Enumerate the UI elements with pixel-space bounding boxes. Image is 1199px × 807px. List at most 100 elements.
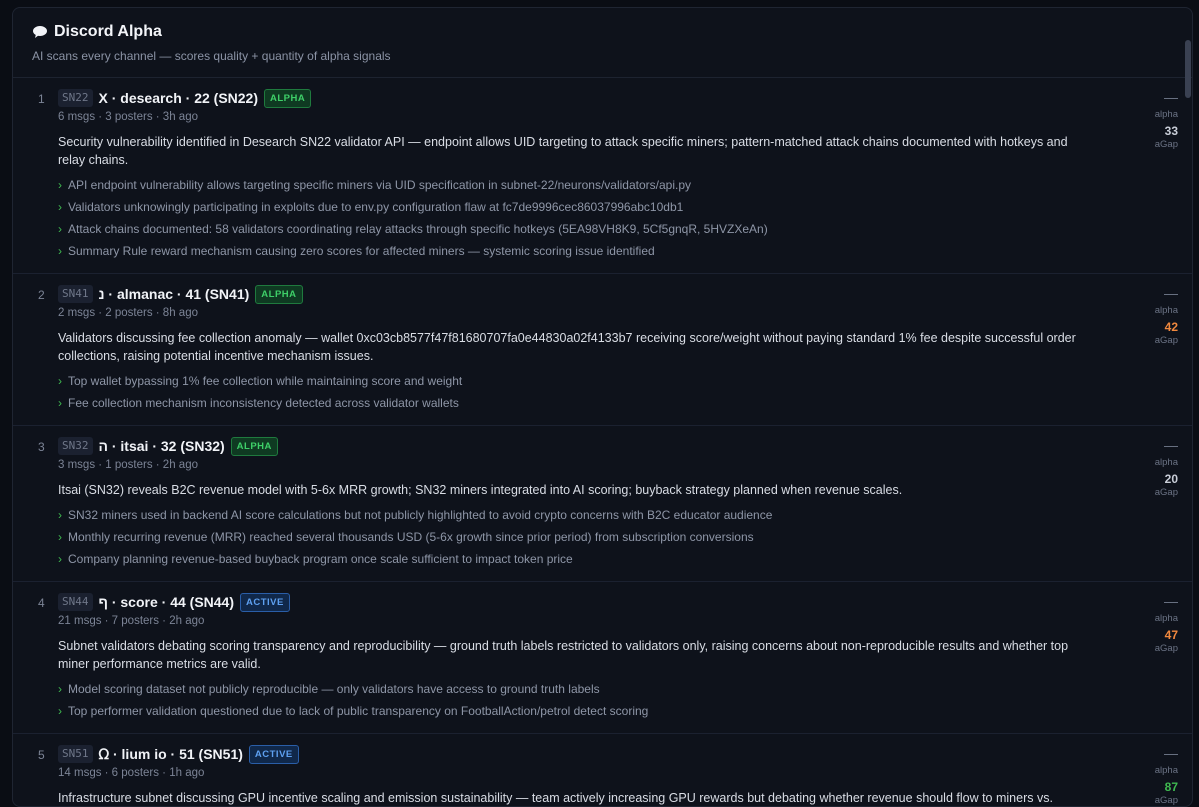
row-summary: Infrastructure subnet discussing GPU inc… [58,791,1053,805]
row-meta: 14 msgs · 6 posters · 1h ago [58,767,205,779]
subnet-tag: SN32 [58,437,93,455]
panel-subtitle: AI scans every channel — scores quality … [32,49,391,63]
score-dash: — [1164,285,1178,301]
rank-number: 5 [38,748,45,762]
score-dash: — [1164,89,1178,105]
signal-bullet: › Monthly recurring revenue (MRR) reache… [58,526,1092,548]
score-label: alpha [1154,765,1178,776]
signal-bullet-text: Company planning revenue-based buyback p… [68,552,573,566]
signal-bullet: › Fee collection mechanism inconsistency… [58,392,1092,414]
signal-bullet: › Summary Rule reward mechanism causing … [58,240,1092,262]
signal-list: › Model scoring dataset not publicly rep… [58,678,1092,722]
scrollbar[interactable] [1185,40,1191,98]
chevron-right-icon: › [58,222,62,236]
rank-number: 3 [38,440,45,454]
score-dash: — [1164,437,1178,453]
panel-header: Discord Alpha AI scans every channel — s… [13,8,1192,78]
signal-bullet-text: Top performer validation questioned due … [68,704,649,718]
status-badge: ALPHA [230,436,278,456]
rank-number: 1 [38,92,45,106]
signal-bullet-text: Monthly recurring revenue (MRR) reached … [68,530,754,544]
row-summary: Subnet validators debating scoring trans… [58,639,1069,671]
signal-bullet-text: API endpoint vulnerability allows target… [68,178,691,192]
signal-bullet: › Top performer validation questioned du… [58,700,1092,722]
score-label: alpha [1154,457,1178,468]
score-column: — alpha 42 aGap [1118,285,1178,346]
subnet-tag: SN22 [58,89,93,107]
score-column: — alpha 47 aGap [1118,593,1178,654]
signal-bullet: › API endpoint vulnerability allows targ… [58,174,1092,196]
score-sublabel: aGap [1154,335,1178,346]
subnet-row[interactable]: 3 SN32 ה · itsai · 32 (SN32) ALPHA 3 msg… [13,426,1192,582]
signal-bullet-text: SN32 miners used in backend AI score cal… [68,508,773,522]
score-column: — alpha 20 aGap [1118,437,1178,498]
row-summary: Security vulnerability identified in Des… [58,135,1068,167]
subnet-tag: SN51 [58,745,93,763]
subnet-row[interactable]: 2 SN41 נ · almanac · 41 (SN41) ALPHA 2 m… [13,274,1192,426]
chevron-right-icon: › [58,200,62,214]
score-label: alpha [1154,613,1178,624]
score-value: 87 [1164,780,1178,794]
score-column: — alpha 87 aGap [1118,745,1178,806]
score-dash: — [1164,745,1178,761]
score-sublabel: aGap [1154,139,1178,150]
status-badge: ALPHA [255,284,303,304]
row-summary: Validators discussing fee collection ano… [58,331,1076,363]
panel-title: Discord Alpha [54,23,162,40]
signal-list: › API endpoint vulnerability allows targ… [58,174,1092,262]
score-sublabel: aGap [1154,795,1178,806]
score-value: 47 [1164,628,1178,642]
score-value: 33 [1164,124,1178,138]
signal-list: › SN32 miners used in backend AI score c… [58,504,1092,570]
signal-bullet: › Validators unknowingly participating i… [58,196,1092,218]
signal-bullet: › Top wallet bypassing 1% fee collection… [58,370,1092,392]
rank-number: 2 [38,288,45,302]
subnet-name[interactable]: ף · score · 44 (SN44) [99,594,235,610]
chevron-right-icon: › [58,704,62,718]
row-meta: 2 msgs · 2 posters · 8h ago [58,307,198,319]
status-badge: ACTIVE [248,744,299,764]
chevron-right-icon: › [58,530,62,544]
score-dash: — [1164,593,1178,609]
subnet-row[interactable]: 5 SN51 ᘯ · lium io · 51 (SN51) ACTIVE 14… [13,734,1192,806]
chevron-right-icon: › [58,178,62,192]
signal-bullet: › SN32 miners used in backend AI score c… [58,504,1092,526]
score-label: alpha [1154,109,1178,120]
subnet-name[interactable]: נ · almanac · 41 (SN41) [99,286,250,302]
signal-bullet-text: Model scoring dataset not publicly repro… [68,682,600,696]
chevron-right-icon: › [58,682,62,696]
signal-bullet-text: Summary Rule reward mechanism causing ze… [68,244,655,258]
row-meta: 21 msgs · 7 posters · 2h ago [58,615,205,627]
subnet-tag: SN41 [58,285,93,303]
subnet-list: 1 SN22 X · desearch · 22 (SN22) ALPHA 6 … [13,78,1192,806]
chevron-right-icon: › [58,374,62,388]
row-meta: 3 msgs · 1 posters · 2h ago [58,459,198,471]
status-badge: ALPHA [264,88,312,108]
subnet-row[interactable]: 1 SN22 X · desearch · 22 (SN22) ALPHA 6 … [13,78,1192,274]
speech-bubble-icon [33,26,47,38]
score-value: 42 [1164,320,1178,334]
score-sublabel: aGap [1154,643,1178,654]
signal-bullet: › Attack chains documented: 58 validator… [58,218,1092,240]
subnet-name[interactable]: ᘯ · lium io · 51 (SN51) [99,746,243,763]
subnet-tag: SN44 [58,593,93,611]
score-sublabel: aGap [1154,487,1178,498]
chevron-right-icon: › [58,396,62,410]
signal-bullet-text: Attack chains documented: 58 validators … [68,222,768,236]
chevron-right-icon: › [58,244,62,258]
subnet-row[interactable]: 4 SN44 ף · score · 44 (SN44) ACTIVE 21 m… [13,582,1192,734]
subnet-name[interactable]: ה · itsai · 32 (SN32) [99,438,225,454]
score-label: alpha [1154,305,1178,316]
signal-bullet-text: Top wallet bypassing 1% fee collection w… [68,374,463,388]
chevron-right-icon: › [58,508,62,522]
chevron-right-icon: › [58,552,62,566]
score-column: — alpha 33 aGap [1118,89,1178,150]
row-meta: 6 msgs · 3 posters · 3h ago [58,111,198,123]
signal-bullet-text: Fee collection mechanism inconsistency d… [68,396,459,410]
signal-bullet-text: Validators unknowingly participating in … [68,200,684,214]
row-summary: Itsai (SN32) reveals B2C revenue model w… [58,483,903,497]
subnet-name[interactable]: X · desearch · 22 (SN22) [99,90,259,106]
score-value: 20 [1164,472,1178,486]
status-badge: ACTIVE [240,592,290,612]
signal-bullet: › Company planning revenue-based buyback… [58,548,1092,570]
